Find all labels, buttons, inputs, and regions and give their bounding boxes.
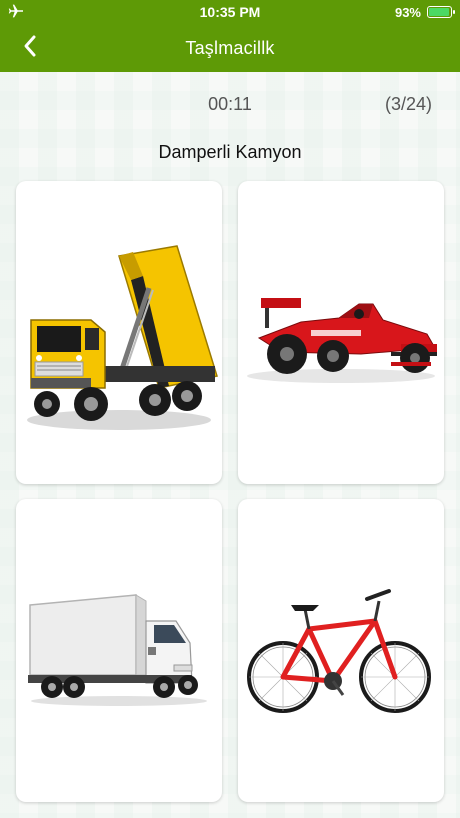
answer-card-dump-truck[interactable] bbox=[16, 181, 222, 484]
chevron-left-icon bbox=[22, 34, 38, 63]
race-car-image bbox=[247, 297, 437, 383]
question-word: Damperli Kamyon bbox=[158, 142, 302, 162]
status-right: 93% bbox=[372, 4, 455, 20]
status-left bbox=[8, 4, 88, 21]
battery-icon bbox=[427, 6, 455, 18]
answer-card-box-truck[interactable] bbox=[16, 499, 222, 802]
quiz-screen: 10:35 PM 93% Taşlmacillk 00:11 (3/24) Da… bbox=[0, 0, 460, 818]
box-truck-image bbox=[28, 593, 207, 706]
back-button[interactable] bbox=[14, 32, 46, 64]
answer-card-race-car[interactable] bbox=[238, 181, 444, 484]
page-title: Taşlmacillk bbox=[185, 37, 275, 58]
question-progress: (3/24) bbox=[384, 94, 432, 114]
battery-percentage: 93% bbox=[394, 4, 421, 20]
battery-fill bbox=[429, 8, 449, 16]
dump-truck-image bbox=[27, 244, 218, 430]
timer-text: 00:11 bbox=[208, 94, 252, 114]
status-bar: 10:35 PM 93% bbox=[0, 0, 460, 24]
bicycle-image bbox=[247, 588, 431, 713]
airplane-icon bbox=[8, 4, 24, 21]
navigation-bar: Taşlmacillk bbox=[0, 24, 460, 72]
answer-card-bicycle[interactable] bbox=[238, 499, 444, 802]
